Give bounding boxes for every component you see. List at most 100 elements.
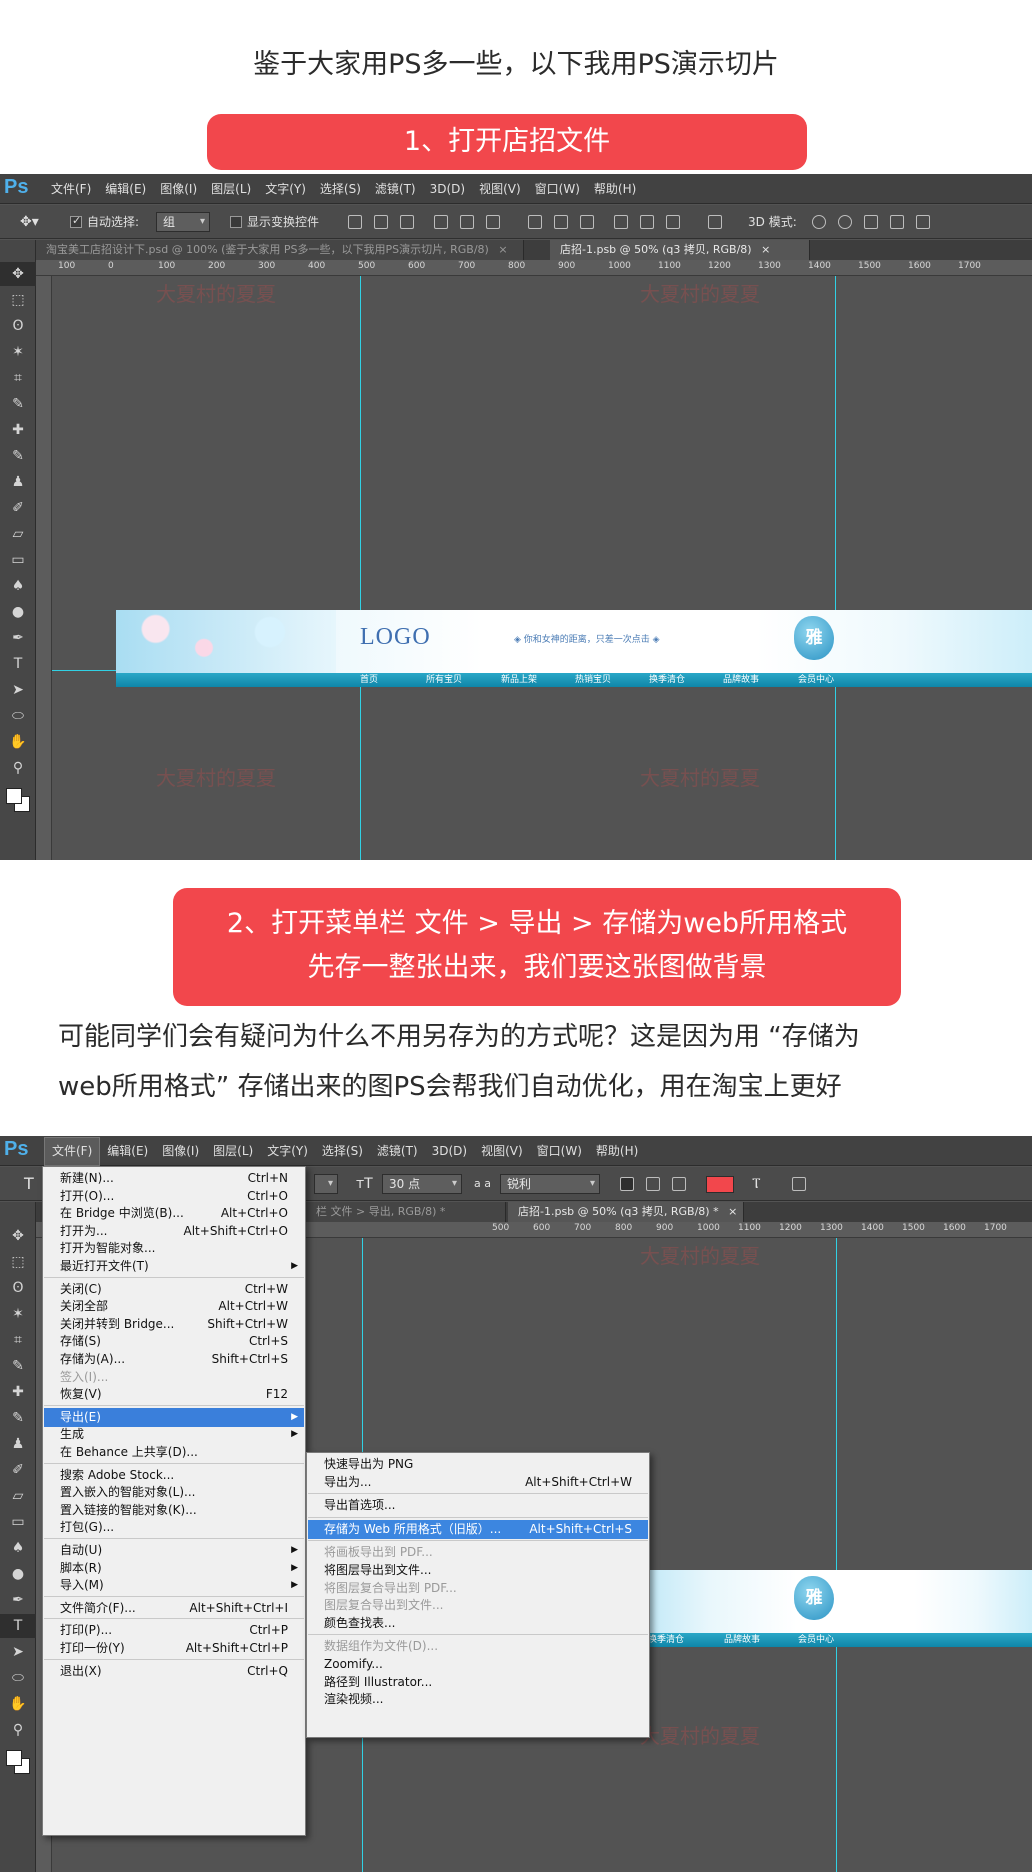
distribute-right-icon[interactable] [666, 215, 680, 229]
auto-select-dropdown[interactable]: 组 [156, 212, 210, 232]
align-vcenter-icon[interactable] [374, 215, 388, 229]
zoom-icon[interactable]: ⚲ [0, 1718, 36, 1742]
type-icon[interactable]: T [0, 1614, 36, 1638]
file-menu-item[interactable]: 脚本(R) ▶ [44, 1559, 304, 1578]
file-menu-item[interactable]: 最近打开文件(T) ▶ [44, 1257, 304, 1276]
file-menu-item[interactable]: 导入(M) ▶ [44, 1576, 304, 1595]
3d-pan-icon[interactable] [864, 215, 878, 229]
close-icon[interactable]: × [498, 243, 507, 256]
zoom-icon[interactable]: ⚲ [0, 756, 36, 780]
doc-tab-2[interactable]: 店招-1.psb @ 50% (q3 拷贝, RGB/8) * × [508, 1202, 744, 1222]
file-menu-item[interactable]: 搜索 Adobe Stock... [44, 1466, 304, 1485]
distribute-hcenter-icon[interactable] [640, 215, 654, 229]
menu-filter[interactable]: 滤镜(T) [370, 1136, 425, 1166]
file-menu-item[interactable]: 在 Bridge 中浏览(B)... Alt+Ctrl+O [44, 1204, 304, 1223]
character-panel-icon[interactable] [792, 1177, 806, 1191]
export-menu-item[interactable]: 渲染视频... [308, 1690, 648, 1709]
crop-icon[interactable]: ⌗ [0, 366, 36, 390]
lasso-icon[interactable]: ʘ [0, 1276, 36, 1300]
distribute-top-icon[interactable] [528, 215, 542, 229]
file-menu-item[interactable]: 关闭全部 Alt+Ctrl+W [44, 1297, 304, 1316]
menu-image[interactable]: 图像(I) [153, 174, 204, 204]
marquee-icon[interactable]: ⬚ [0, 1250, 36, 1274]
export-menu-item[interactable]: 颜色查找表... [308, 1614, 648, 1633]
gradient-icon[interactable]: ▭ [0, 1510, 36, 1534]
menu-edit[interactable]: 编辑(E) [98, 174, 153, 204]
auto-align-icon[interactable] [708, 215, 722, 229]
file-menu-item[interactable]: 打开为智能对象... [44, 1239, 304, 1258]
align-left-icon[interactable] [434, 215, 448, 229]
menu-image[interactable]: 图像(I) [155, 1136, 206, 1166]
warp-text-icon[interactable]: Ⲧ [752, 1167, 761, 1201]
doc-tab-2[interactable]: 店招-1.psb @ 50% (q3 拷贝, RGB/8) × [550, 240, 810, 260]
menu-filter[interactable]: 滤镜(T) [368, 174, 423, 204]
type-tool-icon[interactable]: T [24, 1167, 34, 1201]
menu-window[interactable]: 窗口(W) [530, 1136, 589, 1166]
menu-select[interactable]: 选择(S) [315, 1136, 370, 1166]
blur-icon[interactable]: ♠ [0, 574, 36, 598]
file-menu-item[interactable]: 在 Behance 上共享(D)... [44, 1443, 304, 1462]
pen-icon[interactable]: ✒ [0, 626, 36, 650]
file-menu-item[interactable]: 存储为(A)... Shift+Ctrl+S [44, 1350, 304, 1369]
distribute-vcenter-icon[interactable] [554, 215, 568, 229]
file-menu-item[interactable]: 打开为... Alt+Shift+Ctrl+O [44, 1222, 304, 1241]
history-brush-icon[interactable]: ✐ [0, 1458, 36, 1482]
file-menu-item[interactable]: 自动(U) ▶ [44, 1541, 304, 1560]
eyedropper-icon[interactable]: ✎ [0, 392, 36, 416]
file-menu-item[interactable]: 置入链接的智能对象(K)... [44, 1501, 304, 1520]
3d-roll-icon[interactable] [838, 215, 852, 229]
file-menu-item[interactable]: 存储(S) Ctrl+S [44, 1332, 304, 1351]
file-menu-item[interactable]: 打开(O)... Ctrl+O [44, 1187, 304, 1206]
menu-view[interactable]: 视图(V) [472, 174, 528, 204]
doc-tab-1[interactable]: 淘宝美工店招设计下.psd @ 100% (鉴于大家用 PS多一些，以下我用PS… [36, 240, 524, 260]
marquee-icon[interactable]: ⬚ [0, 288, 36, 312]
healing-icon[interactable]: ✚ [0, 1380, 36, 1404]
pen-icon[interactable]: ✒ [0, 1588, 36, 1612]
foreground-color-swatch[interactable] [6, 1750, 22, 1766]
move-icon[interactable]: ✥ [0, 262, 36, 286]
brush-icon[interactable]: ✎ [0, 1406, 36, 1430]
shape-icon[interactable]: ⬭ [0, 1666, 36, 1690]
menu-edit[interactable]: 编辑(E) [100, 1136, 155, 1166]
file-menu-item[interactable]: 打印一份(Y) Alt+Shift+Ctrl+P [44, 1639, 304, 1658]
export-menu-item[interactable]: 导出首选项... [308, 1496, 648, 1515]
lasso-icon[interactable]: ʘ [0, 314, 36, 338]
file-menu-item[interactable]: 置入嵌入的智能对象(L)... [44, 1483, 304, 1502]
export-menu-item[interactable]: Zoomify... [308, 1655, 648, 1674]
magic-wand-icon[interactable]: ✶ [0, 1302, 36, 1326]
menu-layer[interactable]: 图层(L) [204, 174, 258, 204]
align-bottom-icon[interactable] [400, 215, 414, 229]
stamp-icon[interactable]: ♟ [0, 1432, 36, 1456]
menu-view[interactable]: 视图(V) [474, 1136, 530, 1166]
file-menu-item[interactable]: 退出(X) Ctrl+Q [44, 1662, 304, 1681]
file-menu-item[interactable]: 打包(G)... [44, 1518, 304, 1537]
menu-file[interactable]: 文件(F) [44, 174, 98, 204]
show-transform-checkbox[interactable] [230, 216, 242, 228]
file-menu-item[interactable]: 关闭并转到 Bridge... Shift+Ctrl+W [44, 1315, 304, 1334]
menu-window[interactable]: 窗口(W) [528, 174, 587, 204]
text-color-swatch[interactable] [706, 1176, 734, 1193]
3d-scale-icon[interactable] [916, 215, 930, 229]
align-top-icon[interactable] [348, 215, 362, 229]
align-right-icon[interactable] [486, 215, 500, 229]
font-style-dropdown[interactable] [314, 1174, 338, 1194]
gradient-icon[interactable]: ▭ [0, 548, 36, 572]
healing-icon[interactable]: ✚ [0, 418, 36, 442]
export-menu-item[interactable]: 快速导出为 PNG [308, 1455, 648, 1474]
menu-3d[interactable]: 3D(D) [423, 174, 472, 204]
auto-select-checkbox[interactable] [70, 214, 82, 228]
doc-tab-1[interactable]: 栏 文件 > 导出, RGB/8) * [306, 1202, 506, 1222]
stamp-icon[interactable]: ♟ [0, 470, 36, 494]
file-menu-item[interactable]: 新建(N)... Ctrl+N [44, 1169, 304, 1188]
move-icon[interactable]: ✥▾ [20, 205, 39, 239]
foreground-color-swatch[interactable] [6, 788, 22, 804]
magic-wand-icon[interactable]: ✶ [0, 340, 36, 364]
shape-icon[interactable]: ⬭ [0, 704, 36, 728]
eyedropper-icon[interactable]: ✎ [0, 1354, 36, 1378]
3d-slide-icon[interactable] [890, 215, 904, 229]
export-menu-item[interactable]: 将图层导出到文件... [308, 1561, 648, 1580]
file-menu-item[interactable]: 导出(E) ▶ [44, 1407, 304, 1427]
export-menu-item[interactable]: 存储为 Web 所用格式（旧版）... Alt+Shift+Ctrl+S [308, 1519, 648, 1539]
3d-rotate-icon[interactable] [812, 215, 826, 229]
brush-icon[interactable]: ✎ [0, 444, 36, 468]
